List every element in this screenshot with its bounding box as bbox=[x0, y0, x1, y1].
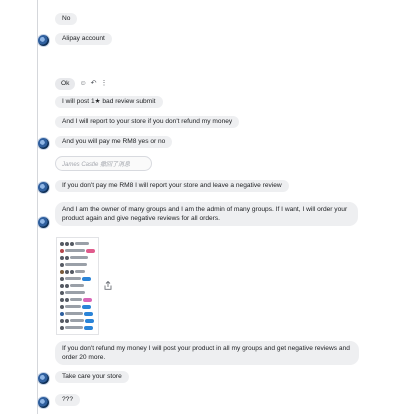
timeline-rail bbox=[37, 0, 38, 414]
smiley-icon[interactable]: ☺ bbox=[79, 78, 86, 90]
ok-reaction-bubble[interactable]: Ok bbox=[55, 78, 76, 90]
more-icon[interactable]: ⋮ bbox=[100, 78, 107, 90]
share-icon[interactable] bbox=[104, 281, 112, 290]
message-bubble[interactable]: Alipay account bbox=[55, 33, 112, 45]
message-bubble[interactable]: And I am the owner of many groups and I … bbox=[55, 202, 358, 226]
contact-avatar[interactable] bbox=[37, 396, 50, 409]
message-bubble[interactable]: I will post 1★ bad review submit bbox=[55, 96, 163, 108]
reply-icon[interactable]: ↶ bbox=[91, 78, 97, 90]
message-bubble[interactable]: And you will pay me RM8 yes or no bbox=[55, 136, 173, 148]
message-bubble[interactable]: ??? bbox=[55, 394, 81, 406]
message-bubble[interactable]: No bbox=[55, 13, 78, 25]
message-bubble[interactable]: And I will report to your store if you d… bbox=[55, 116, 240, 128]
contact-avatar[interactable] bbox=[37, 137, 50, 150]
screenshot-thumbnail[interactable] bbox=[56, 237, 99, 335]
recalled-message-notice: James Castle 撤回了消息 bbox=[55, 156, 152, 171]
contact-avatar[interactable] bbox=[37, 216, 50, 229]
contact-avatar[interactable] bbox=[37, 34, 50, 47]
message-bubble[interactable]: If you don't refund my money I will post… bbox=[55, 341, 359, 365]
message-action-row: Ok ☺ ↶ ⋮ bbox=[55, 78, 107, 90]
message-bubble[interactable]: If you don't pay me RM8 I will report yo… bbox=[55, 180, 289, 192]
contact-avatar[interactable] bbox=[37, 372, 50, 385]
message-bubble[interactable]: Take care your store bbox=[55, 371, 129, 383]
contact-avatar[interactable] bbox=[37, 181, 50, 194]
